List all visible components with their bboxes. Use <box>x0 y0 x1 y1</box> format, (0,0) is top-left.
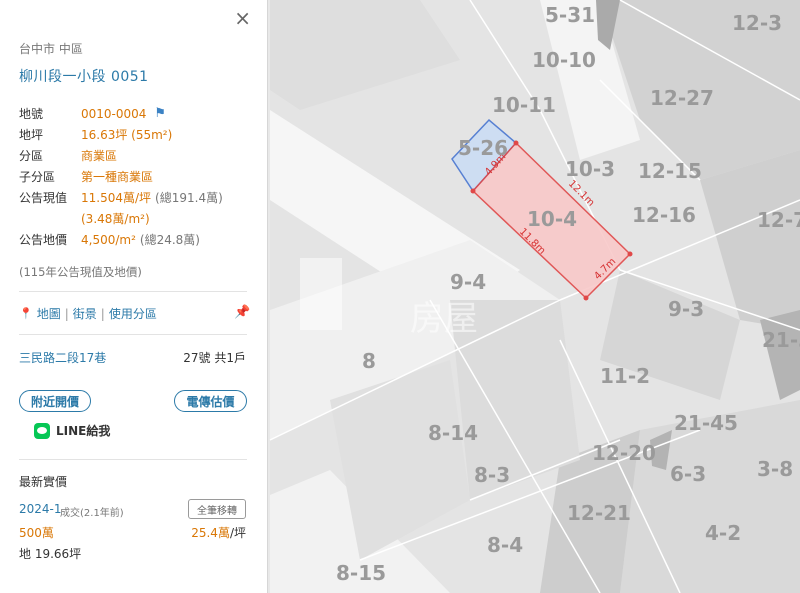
lot-label: 3-8 <box>757 457 793 481</box>
transaction-date-link[interactable]: 2024-1 <box>19 502 62 516</box>
house-count: 27號 共1戶 <box>183 351 246 365</box>
zone-label: 分區 <box>19 149 44 163</box>
lot-label: 5-26 <box>458 136 508 160</box>
link-separator: | <box>64 306 69 321</box>
lot-label: 5-31 <box>545 3 595 27</box>
lot-label: 9-3 <box>668 297 704 321</box>
region-label: 台中市 中區 <box>19 42 83 56</box>
pin-panel-icon[interactable]: 📌 <box>234 305 250 320</box>
divider <box>19 459 247 460</box>
lot-label: 12-3 <box>732 11 782 35</box>
lot-label: 12-27 <box>650 86 714 110</box>
close-icon[interactable]: × <box>234 8 251 28</box>
land-area-row: 地坪 16.63坪 (55m²) <box>19 124 254 145</box>
land-price-total: (總24.8萬) <box>139 233 200 247</box>
present-value: 11.504萬/坪 <box>81 191 152 205</box>
view-links: 📍 地圖 | 街景 | 使用分區 <box>19 305 249 322</box>
lot-label: 10-10 <box>532 48 596 72</box>
lot-label: 8-15 <box>336 561 386 585</box>
flag-icon[interactable]: ⚑ <box>154 106 166 121</box>
line-share-button[interactable]: LINE給我 <box>34 422 110 439</box>
lot-label: 10-11 <box>492 93 556 117</box>
land-area-value: 16.63坪 (55m²) <box>81 128 173 142</box>
lot-label: 12-16 <box>632 203 696 227</box>
lot-label: 8-14 <box>428 421 478 445</box>
road-address-link[interactable]: 三民路二段17巷 <box>19 349 106 366</box>
lot-number-row: 地號 0010-0004 ⚑ <box>19 103 254 124</box>
lot-label: 6-3 <box>670 462 706 486</box>
line-share-label: LINE給我 <box>56 424 111 438</box>
unit-price-suffix: /坪 <box>229 526 246 540</box>
subzone-label: 子分區 <box>19 170 56 184</box>
land-price-row: 公告地價 4,500/m² (總24.8萬) <box>19 229 254 250</box>
valuation-button[interactable]: 電傳估價 <box>174 390 247 412</box>
lot-label: 21-45 <box>674 411 738 435</box>
present-value-m2: (3.48萬/m²) <box>81 212 150 226</box>
lot-label: 12-21 <box>567 501 631 525</box>
line-icon <box>34 422 50 439</box>
parcel-title: 柳川段一小段 0051 <box>19 69 149 85</box>
link-separator: | <box>100 306 105 321</box>
land-area-label: 地坪 <box>19 128 44 142</box>
latest-price-heading: 最新實價 <box>19 475 68 489</box>
transfer-type-badge: 全筆移轉 <box>188 499 246 519</box>
unit-price-value: 25.4萬 <box>191 526 230 540</box>
map-watermark: 房屋 <box>410 299 478 339</box>
lot-label: 8 <box>362 349 376 373</box>
zone-value: 商業區 <box>81 149 118 163</box>
year-note: (115年公告現值及地價) <box>19 265 142 279</box>
lot-label: 9-4 <box>450 270 486 294</box>
lot-label: 10-3 <box>565 157 615 181</box>
present-value-total: (總191.4萬) <box>155 191 223 205</box>
lot-label: 12-20 <box>592 441 656 465</box>
lot-label: 12-15 <box>638 159 702 183</box>
divider <box>19 334 247 335</box>
present-value-m2-row: (3.48萬/m²) <box>19 208 254 229</box>
lot-number-value: 0010-0004 <box>81 106 147 121</box>
map-pin-icon: 📍 <box>19 307 33 320</box>
transaction-note: 成交(2.1年前) <box>60 508 124 519</box>
lot-label: 12-7 <box>757 208 800 232</box>
street-view-link[interactable]: 街景 <box>73 305 97 322</box>
lot-label: 4-2 <box>705 521 741 545</box>
present-value-row: 公告現值 11.504萬/坪 (總191.4萬) <box>19 187 254 208</box>
parcel-info-panel: × 台中市 中區 柳川段一小段 0051 地號 0010-0004 ⚑ 地坪 1… <box>0 0 268 593</box>
transaction-land-area: 地 19.66坪 <box>19 547 82 561</box>
present-value-label: 公告現值 <box>19 191 68 205</box>
land-price-value: 4,500/m² <box>81 232 136 247</box>
land-price-label: 公告地價 <box>19 233 68 247</box>
zone-row: 分區 商業區 <box>19 145 254 166</box>
lot-label: 8-4 <box>487 533 523 557</box>
lot-label: 10-4 <box>527 207 577 231</box>
map-link[interactable]: 地圖 <box>37 305 61 322</box>
lot-number-label: 地號 <box>19 107 44 121</box>
zoning-link[interactable]: 使用分區 <box>109 305 157 322</box>
lot-label: 21-3 <box>762 328 800 352</box>
parcel-info-table: 地號 0010-0004 ⚑ 地坪 16.63坪 (55m²) 分區 商業區 子… <box>19 103 254 250</box>
nearby-listing-button[interactable]: 附近開價 <box>19 390 91 412</box>
lot-label: 11-2 <box>600 364 650 388</box>
subzone-value: 第一種商業區 <box>81 170 154 184</box>
subzone-row: 子分區 第一種商業區 <box>19 166 254 187</box>
unit-price: 25.4萬/坪 <box>191 524 246 541</box>
divider <box>19 291 247 292</box>
lot-label: 8-3 <box>474 463 510 487</box>
transaction-price: 500萬 <box>19 526 54 540</box>
